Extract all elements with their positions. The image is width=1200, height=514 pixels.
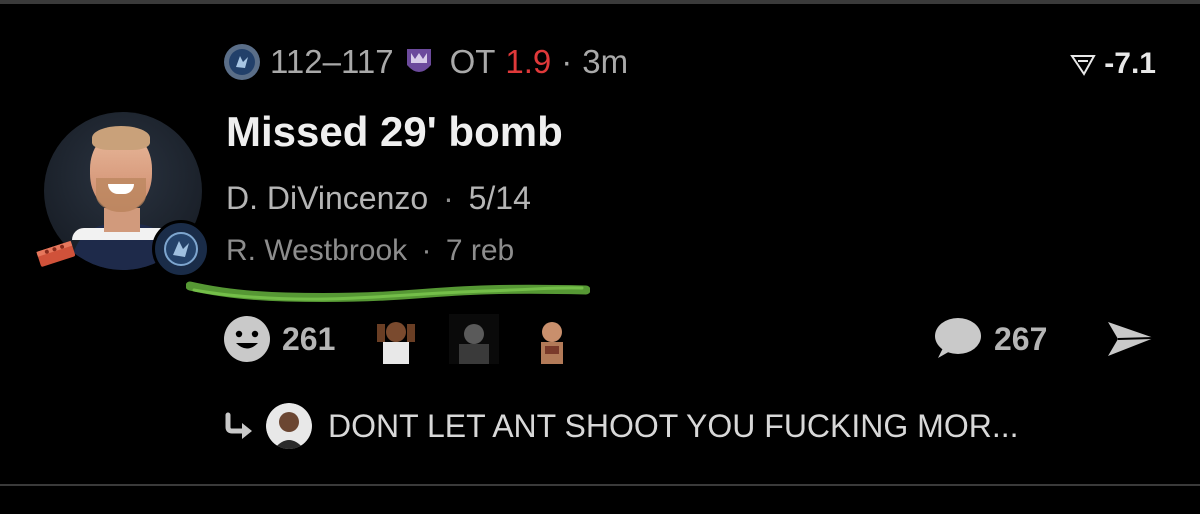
reaction-face-2[interactable]	[449, 314, 500, 364]
react-button[interactable]: 261	[222, 314, 335, 364]
score-line: 112–117 OT 1.9 · 3m	[224, 42, 628, 82]
game-clock: 1.9	[505, 43, 552, 80]
wolves-logo-icon	[152, 220, 210, 278]
rebounder-name[interactable]: R. Westbrook	[226, 234, 407, 267]
share-send-icon[interactable]	[1104, 316, 1158, 362]
avatar-hair	[92, 126, 150, 150]
rebound-line[interactable]: R. Westbrook · 7 reb	[226, 234, 514, 268]
speech-bubble-icon	[935, 318, 981, 358]
reactions-row: 261	[222, 312, 578, 366]
comment-count: 267	[994, 320, 1048, 357]
score-text: 112–117	[270, 43, 394, 80]
wolves-small-logo-icon	[224, 44, 260, 80]
brick-icon	[36, 240, 76, 267]
play-card[interactable]: 112–117 OT 1.9 · 3m -7.1 Missed 29' bomb…	[0, 0, 1200, 514]
filter-icon	[1070, 55, 1096, 76]
shooter-line[interactable]: D. DiVincenzo · 5/14	[226, 180, 531, 217]
top-reply-row[interactable]: DONT LET ANT SHOOT YOU FUCKING MOR...	[222, 400, 1018, 452]
time-ago: 3m	[582, 43, 629, 80]
reply-arrow-icon	[225, 412, 252, 439]
top-divider	[0, 0, 1200, 4]
spread-value: -7.1	[1104, 47, 1156, 80]
dot-separator: ·	[421, 234, 432, 267]
kings-logo-icon	[404, 44, 434, 80]
comment-button[interactable]: 267	[932, 314, 1047, 364]
rebounder-stat: 7 reb	[445, 234, 515, 267]
period-text: OT	[449, 43, 496, 80]
bottom-divider	[0, 484, 1200, 486]
spread-indicator[interactable]: -7.1	[1070, 44, 1156, 84]
reaction-face-1[interactable]	[371, 314, 422, 364]
dot-separator: ·	[561, 43, 573, 80]
reply-avatar[interactable]	[266, 403, 312, 449]
reaction-count: 261	[282, 320, 336, 357]
smiley-icon	[224, 316, 270, 362]
play-headline: Missed 29' bomb	[226, 108, 563, 155]
shooter-stat: 5/14	[468, 180, 531, 216]
dot-separator: ·	[443, 180, 454, 216]
reply-text: DONT LET ANT SHOOT YOU FUCKING MOR...	[328, 407, 1019, 444]
shooter-name[interactable]: D. DiVincenzo	[226, 180, 428, 216]
reaction-face-3[interactable]	[527, 314, 578, 364]
green-squiggle-underline	[186, 281, 590, 303]
